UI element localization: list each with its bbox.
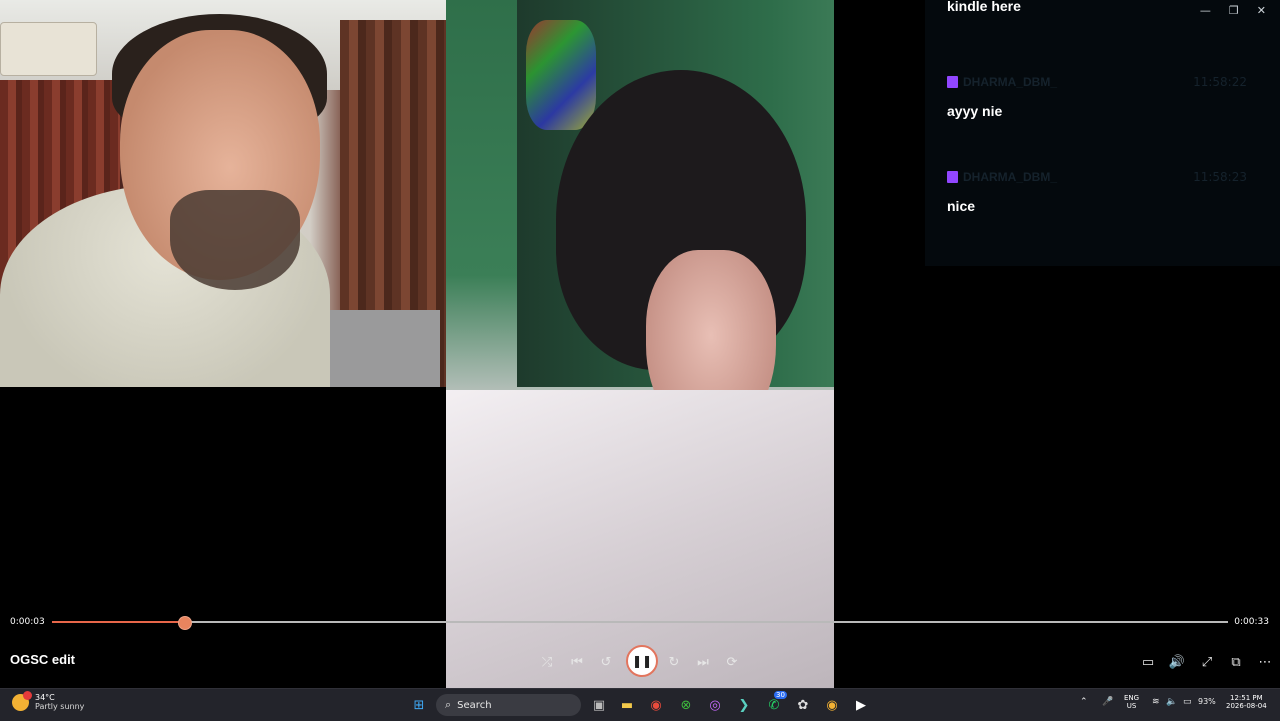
video-clip <box>446 0 834 688</box>
clock[interactable]: 12:51 PM 2026-08-04 <box>1226 694 1267 710</box>
video-frame[interactable]: — ❐ ✕ kindle here DHARMA_DBM_ 11:58:22 a… <box>0 0 1280 688</box>
chat-message: kindle here <box>947 0 1267 15</box>
chat-message-text: ayyy nie <box>947 103 1003 119</box>
chat-timestamp: 11:58:23 <box>1193 170 1247 184</box>
media-player-icon[interactable]: ▶ <box>851 695 871 715</box>
previous-icon[interactable]: ⏮ <box>565 650 589 674</box>
webcam-feed <box>0 0 517 387</box>
fullscreen-icon[interactable]: ⤢ <box>1195 650 1219 674</box>
chat-username: DHARMA_DBM_ <box>963 170 1058 184</box>
chat-message-text: kindle here <box>947 0 1021 14</box>
search-label: Search <box>457 699 492 711</box>
forward-30-icon[interactable]: ↻ <box>662 650 686 674</box>
next-icon[interactable]: ⏭ <box>691 650 715 674</box>
battery-percent: 93% <box>1198 697 1216 706</box>
chat-message: DHARMA_DBM_ 11:58:23 nice <box>947 170 1267 215</box>
seek-bar[interactable]: 0:00:03 0:00:33 <box>0 610 1280 634</box>
twitch-icon <box>947 76 958 88</box>
volume-icon[interactable]: 🔊 <box>1165 650 1189 674</box>
rewind-10-icon[interactable]: ↺ <box>594 650 618 674</box>
openai-icon[interactable]: ✿ <box>793 695 813 715</box>
battery-icon[interactable]: ▭ <box>1183 697 1192 707</box>
weather-temp: 34°C <box>35 693 55 702</box>
lang-bottom: US <box>1126 702 1137 710</box>
weather-widget[interactable]: 34°C Partly sunny <box>12 690 85 711</box>
seek-progress <box>52 621 184 623</box>
search-icon: ⌕ <box>445 698 452 711</box>
elapsed-time: 0:00:03 <box>10 617 45 627</box>
duration-time: 0:00:33 <box>1234 617 1269 627</box>
lang-top: ENG <box>1124 694 1140 702</box>
taskbar: 34°C Partly sunny ⊞ ⌕ Search ▣ ▬ ◉ ⊗ ◎ ❯… <box>0 688 1280 721</box>
chat-message: DHARMA_DBM_ 11:58:22 ayyy nie <box>947 75 1267 120</box>
xbox-icon[interactable]: ⊗ <box>676 695 696 715</box>
player-controls: OGSC edit ⤮ ⏮ ↺ ❚❚ ↻ ⏭ ⟳ ▭ 🔊 ⤢ ⧉ ⋯ <box>0 640 1280 688</box>
more-icon[interactable]: ⋯ <box>1253 650 1277 674</box>
speaker-icon[interactable]: 🔈 <box>1166 697 1177 707</box>
wifi-icon[interactable]: ≋ <box>1152 697 1160 707</box>
chevron-up-icon[interactable]: ⌃ <box>1080 697 1088 707</box>
chrome-icon[interactable]: ◉ <box>646 695 666 715</box>
notification-badge: 30 <box>774 691 787 699</box>
app-icon[interactable]: ◎ <box>705 695 725 715</box>
windows-start-icon[interactable]: ⊞ <box>409 695 429 715</box>
clock-date: 2026-08-04 <box>1226 702 1267 710</box>
repeat-icon[interactable]: ⟳ <box>720 650 744 674</box>
cast-icon[interactable]: ⧉ <box>1224 650 1248 674</box>
chat-timestamp: 11:58:22 <box>1193 75 1247 89</box>
weather-icon <box>12 690 32 711</box>
shuffle-icon[interactable]: ⤮ <box>535 650 559 674</box>
terminal-icon[interactable]: ❯ <box>734 695 754 715</box>
clock-time: 12:51 PM <box>1230 694 1263 702</box>
microphone-icon[interactable]: 🎤 <box>1102 697 1113 707</box>
pause-icon[interactable]: ❚❚ <box>626 645 658 677</box>
seek-track[interactable] <box>52 616 1228 630</box>
language-indicator[interactable]: ENG US <box>1124 694 1139 710</box>
search-box[interactable]: ⌕ Search <box>436 694 581 716</box>
chat-username: DHARMA_DBM_ <box>963 75 1058 89</box>
media-title: OGSC edit <box>10 652 76 667</box>
miniplayer-icon[interactable]: ▭ <box>1136 650 1160 674</box>
air-conditioner <box>0 22 97 76</box>
seek-thumb[interactable] <box>177 616 192 630</box>
chrome-canary-icon[interactable]: ◉ <box>822 695 842 715</box>
chat-overlay: — ❐ ✕ kindle here DHARMA_DBM_ 11:58:22 a… <box>925 0 1280 266</box>
weather-desc: Partly sunny <box>35 702 85 711</box>
chat-message-text: nice <box>947 198 976 214</box>
twitch-icon <box>947 171 958 183</box>
task-view-icon[interactable]: ▣ <box>589 695 609 715</box>
file-explorer-icon[interactable]: ▬ <box>617 695 637 715</box>
